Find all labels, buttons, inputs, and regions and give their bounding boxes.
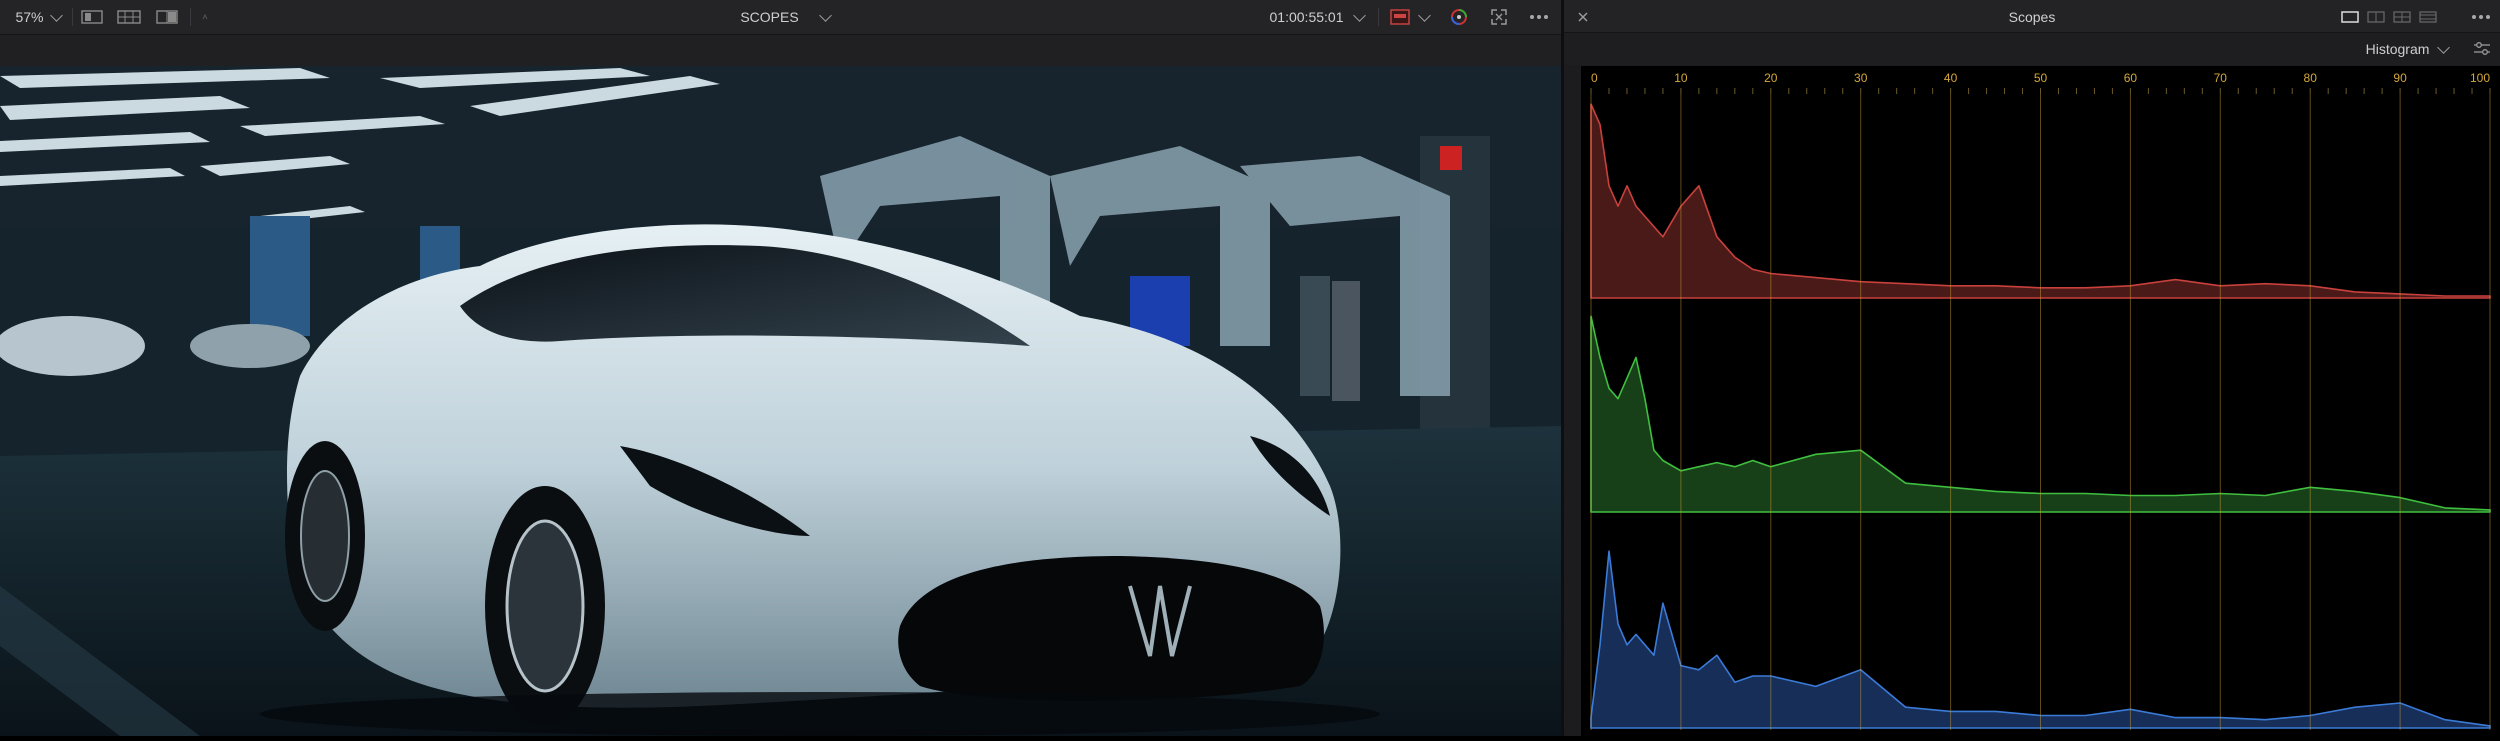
chevron-down-icon [49,8,63,22]
layout-list-button[interactable] [2416,0,2440,34]
two-up-layout-icon [2367,11,2385,23]
small-chevron-icon[interactable] [196,0,214,34]
close-button[interactable] [1572,0,1594,34]
scale-label: 70 [2214,71,2228,85]
viewer-subbar [0,35,1561,66]
color-wheel-icon [1451,9,1467,25]
scopes-more-button[interactable] [2466,0,2496,34]
layout-2up-button[interactable] [2364,0,2388,34]
single-layout-icon [2341,11,2359,23]
histogram-chart: 0 10 20 30 40 50 60 70 80 90 100 [1581,66,2500,736]
car-frame-image [0,66,1561,736]
layout-quad-button[interactable] [2390,0,2414,34]
timecode-dropdown[interactable]: 01:00:55:01 [1262,0,1372,34]
viewer-toolbar: 57% SCOPES 01:00:55:01 [0,0,1561,35]
histogram-scope: 0 10 20 30 40 50 60 70 80 90 100 [1581,66,2500,736]
video-monitor-icon [1389,9,1410,25]
viewer-title-dropdown[interactable]: SCOPES [730,0,840,34]
viewer-panel: 57% SCOPES 01:00:55:01 [0,0,1561,736]
scope-type-label: Histogram [2365,41,2430,57]
color-picker-button[interactable] [1444,0,1474,34]
zoom-dropdown[interactable]: 57% [8,0,68,34]
expand-icon [1491,9,1507,25]
timecode: 01:00:55:01 [1269,9,1344,25]
scale-label: 50 [2034,71,2048,85]
chevron-down-icon [2437,40,2451,54]
more-options-button[interactable] [1522,0,1556,34]
scale-label: 60 [2124,71,2138,85]
scope-settings-button[interactable] [2468,33,2496,65]
scale-label: 10 [1674,71,1688,85]
viewer-title: SCOPES [740,9,799,25]
scopes-panel: Scopes Histogram 0 10 20 30 40 50 60 70 … [1564,0,2500,736]
scopes-subbar: Histogram [1564,33,2500,65]
monitor-options-button[interactable] [1384,0,1434,34]
scale-label: 100 [2470,71,2490,85]
single-viewer-icon [81,10,103,24]
scope-type-dropdown[interactable]: Histogram [2352,33,2462,65]
quad-layout-icon [2393,11,2411,23]
list-layout-icon [2419,11,2437,23]
layout-1x1-button[interactable] [2338,0,2362,34]
scale-label: 90 [2393,71,2407,85]
more-icon [1530,15,1548,19]
scale-label: 0 [1591,71,1598,85]
scopes-title: Scopes [2008,9,2056,25]
sliders-icon [2474,42,2490,55]
grid-viewer-button[interactable] [114,0,144,34]
close-icon [1578,12,1588,22]
split-icon [156,10,178,24]
viewer-image[interactable] [0,66,1561,736]
scopes-titlebar: Scopes [1564,0,2500,33]
chevron-down-icon [1417,8,1431,22]
more-icon [2472,15,2490,19]
scale-label: 20 [1764,71,1778,85]
scale-label: 30 [1854,71,1868,85]
fullscreen-button[interactable] [1484,0,1514,34]
chevron-down-icon [1353,8,1367,22]
scale-label: 80 [2304,71,2318,85]
chevron-down-icon [818,8,832,22]
split-viewer-button[interactable] [152,0,182,34]
grid-icon [117,10,141,24]
scale-label: 40 [1944,71,1958,85]
zoom-value: 57% [15,9,44,25]
single-viewer-button[interactable] [78,0,106,34]
